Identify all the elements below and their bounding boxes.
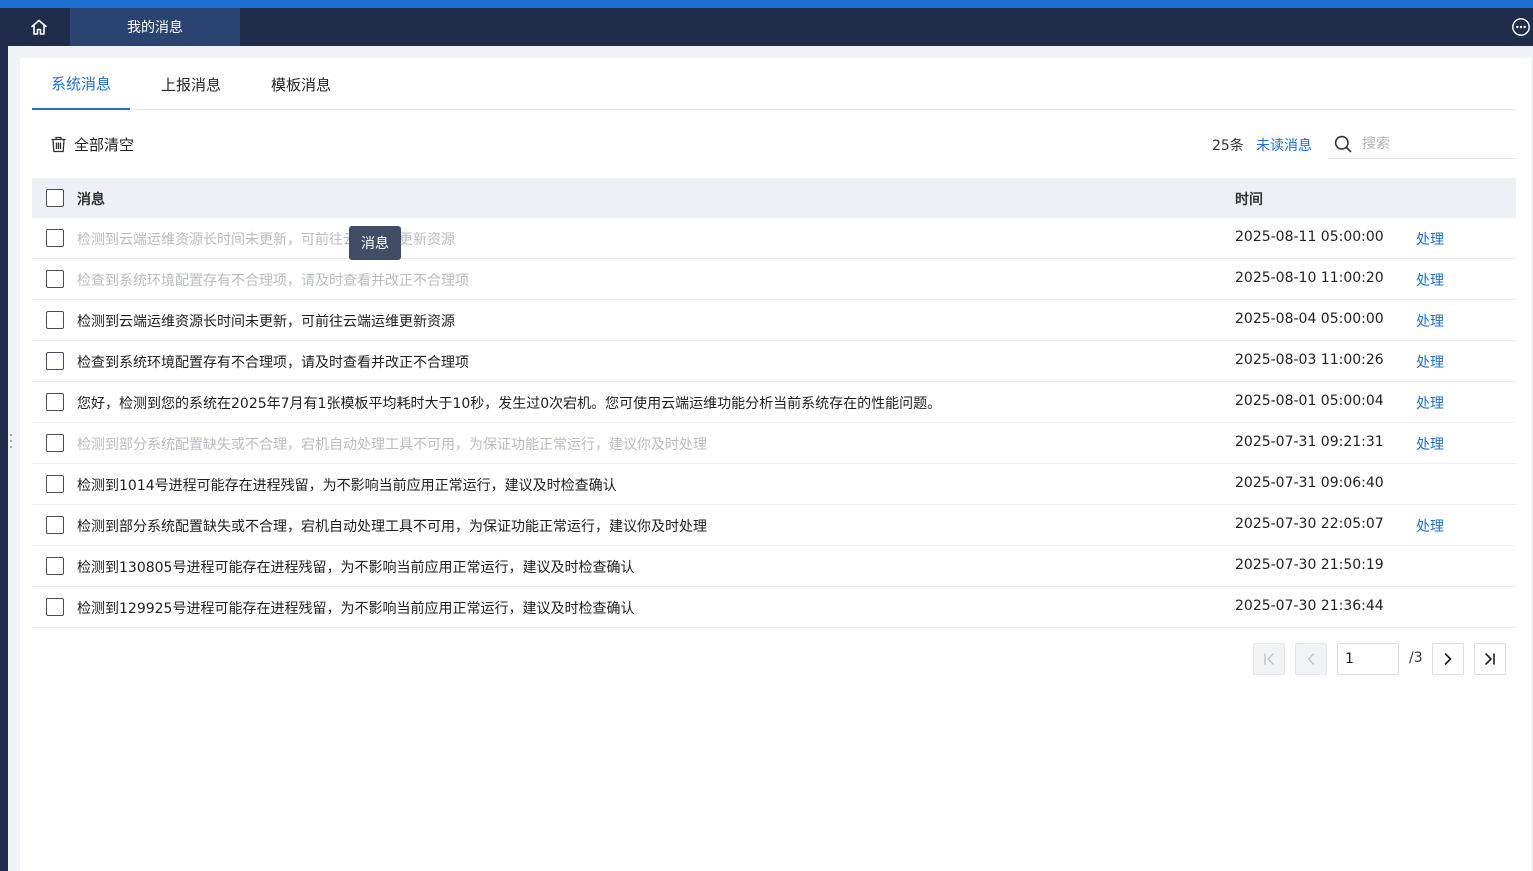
table-row[interactable]: 检测到1014号进程可能存在进程残留，为不影响当前应用正常运行，建议及时检查确认… [32, 464, 1516, 505]
tab-my-messages[interactable]: 我的消息 [70, 8, 240, 46]
more-options-button[interactable] [1511, 17, 1531, 37]
message-text[interactable]: 检测到部分系统配置缺失或不合理，宕机自动处理工具不可用，为保证功能正常运行，建议… [77, 434, 707, 454]
table-row[interactable]: 检测到云端运维资源长时间未更新，可前往云端运维更新资源 2025-08-11 0… [32, 218, 1516, 259]
clear-all-button[interactable]: 全部清空 [50, 132, 134, 156]
unread-messages-filter[interactable]: 未读消息 [1256, 135, 1312, 155]
message-text[interactable]: 检测到部分系统配置缺失或不合理，宕机自动处理工具不可用，为保证功能正常运行，建议… [77, 516, 707, 536]
trash-icon [51, 136, 66, 152]
next-page-button[interactable] [1432, 643, 1464, 675]
message-text[interactable]: 检测到130805号进程可能存在进程残留，为不影响当前应用正常运行，建议及时检查… [77, 557, 634, 577]
table-row[interactable]: 检测到部分系统配置缺失或不合理，宕机自动处理工具不可用，为保证功能正常运行，建议… [32, 505, 1516, 546]
message-time: 2025-08-10 11:00:20 [1235, 270, 1384, 286]
table-row[interactable]: 检测到部分系统配置缺失或不合理，宕机自动处理工具不可用，为保证功能正常运行，建议… [32, 423, 1516, 464]
chevron-right-icon [1444, 653, 1452, 665]
message-text[interactable]: 您好，检测到您的系统在2025年7月有1张模板平均耗时大于10秒，发生过0次宕机… [77, 393, 941, 413]
handle-link[interactable]: 处理 [1416, 352, 1444, 372]
handle-link[interactable]: 处理 [1416, 516, 1444, 536]
message-time: 2025-08-03 11:00:26 [1235, 352, 1384, 368]
message-table: 消息 时间 检测到云端运维资源长时间未更新，可前往云端运维更新资源 2025-0… [32, 178, 1516, 628]
message-text[interactable]: 检查到系统环境配置存有不合理项，请及时查看并改正不合理项 [77, 270, 469, 290]
first-page-button[interactable] [1253, 643, 1285, 675]
table-row[interactable]: 您好，检测到您的系统在2025年7月有1张模板平均耗时大于10秒，发生过0次宕机… [32, 382, 1516, 423]
message-time: 2025-07-31 09:21:31 [1235, 434, 1384, 450]
tab-reported-messages[interactable]: 上报消息 [144, 58, 238, 110]
page-total: /3 [1409, 650, 1423, 666]
row-checkbox[interactable] [46, 598, 64, 616]
home-icon [31, 19, 47, 35]
message-time: 2025-08-11 05:00:00 [1235, 229, 1384, 245]
handle-link[interactable]: 处理 [1416, 393, 1444, 413]
row-checkbox[interactable] [46, 352, 64, 370]
table-row[interactable]: 检测到130805号进程可能存在进程残留，为不影响当前应用正常运行，建议及时检查… [32, 546, 1516, 587]
message-time: 2025-07-31 09:06:40 [1235, 475, 1384, 491]
message-panel: 系统消息 上报消息 模板消息 全部清空 25条 未读消息 消息 时间 [20, 58, 1531, 871]
page-number-input[interactable] [1337, 643, 1399, 675]
message-text[interactable]: 检测到1014号进程可能存在进程残留，为不影响当前应用正常运行，建议及时检查确认 [77, 475, 617, 495]
message-toolbar: 全部清空 25条 未读消息 [32, 128, 1516, 160]
handle-link[interactable]: 处理 [1416, 270, 1444, 290]
handle-link[interactable]: 处理 [1416, 311, 1444, 331]
message-time: 2025-07-30 21:36:44 [1235, 598, 1384, 614]
row-checkbox[interactable] [46, 311, 64, 329]
chevron-left-icon [1307, 653, 1315, 665]
row-checkbox[interactable] [46, 516, 64, 534]
handle-link[interactable]: 处理 [1416, 434, 1444, 454]
clear-all-label: 全部清空 [74, 135, 135, 154]
table-row[interactable]: 检查到系统环境配置存有不合理项，请及时查看并改正不合理项 2025-08-03 … [32, 341, 1516, 382]
tab-system-messages[interactable]: 系统消息 [32, 58, 130, 110]
tab-template-messages[interactable]: 模板消息 [254, 58, 348, 110]
column-header-time: 时间 [1235, 192, 1263, 208]
message-tooltip: 消息 [349, 226, 401, 260]
row-checkbox[interactable] [46, 557, 64, 575]
table-row[interactable]: 检测到云端运维资源长时间未更新，可前往云端运维更新资源 2025-08-04 0… [32, 300, 1516, 341]
message-tabs: 系统消息 上报消息 模板消息 [32, 58, 1516, 110]
table-row[interactable]: 检查到系统环境配置存有不合理项，请及时查看并改正不合理项 2025-08-10 … [32, 259, 1516, 300]
message-count: 25条 [1212, 138, 1244, 154]
top-navigation-bar: 我的消息 [0, 8, 1533, 46]
row-checkbox[interactable] [46, 393, 64, 411]
row-checkbox[interactable] [46, 270, 64, 288]
message-text[interactable]: 检查到系统环境配置存有不合理项，请及时查看并改正不合理项 [77, 352, 469, 372]
top-accent-strip [0, 0, 1533, 8]
select-all-checkbox[interactable] [46, 189, 64, 207]
last-page-icon [1485, 653, 1495, 665]
message-time: 2025-07-30 22:05:07 [1235, 516, 1384, 532]
prev-page-button[interactable] [1295, 643, 1327, 675]
last-page-button[interactable] [1474, 643, 1506, 675]
handle-link[interactable]: 处理 [1416, 229, 1444, 249]
drag-handle-icon[interactable] [9, 434, 13, 454]
left-rail [0, 46, 8, 871]
message-text[interactable]: 检测到云端运维资源长时间未更新，可前往云端运维更新资源 [77, 311, 455, 331]
message-time: 2025-07-30 21:50:19 [1235, 557, 1384, 573]
pagination: /3 [32, 643, 1516, 675]
search-input[interactable] [1362, 133, 1512, 155]
first-page-icon [1264, 653, 1274, 665]
message-text[interactable]: 检测到129925号进程可能存在进程残留，为不影响当前应用正常运行，建议及时检查… [77, 598, 634, 618]
message-time: 2025-08-04 05:00:00 [1235, 311, 1384, 327]
row-checkbox[interactable] [46, 475, 64, 493]
more-horizontal-icon [1512, 18, 1530, 36]
search-icon[interactable] [1334, 135, 1352, 153]
row-checkbox[interactable] [46, 434, 64, 452]
row-checkbox[interactable] [46, 229, 64, 247]
table-row[interactable]: 检测到129925号进程可能存在进程残留，为不影响当前应用正常运行，建议及时检查… [32, 587, 1516, 628]
home-button[interactable] [8, 8, 70, 46]
column-header-message: 消息 [77, 192, 105, 208]
table-header: 消息 时间 [32, 178, 1516, 218]
search-box [1328, 128, 1516, 159]
message-time: 2025-08-01 05:00:04 [1235, 393, 1384, 409]
